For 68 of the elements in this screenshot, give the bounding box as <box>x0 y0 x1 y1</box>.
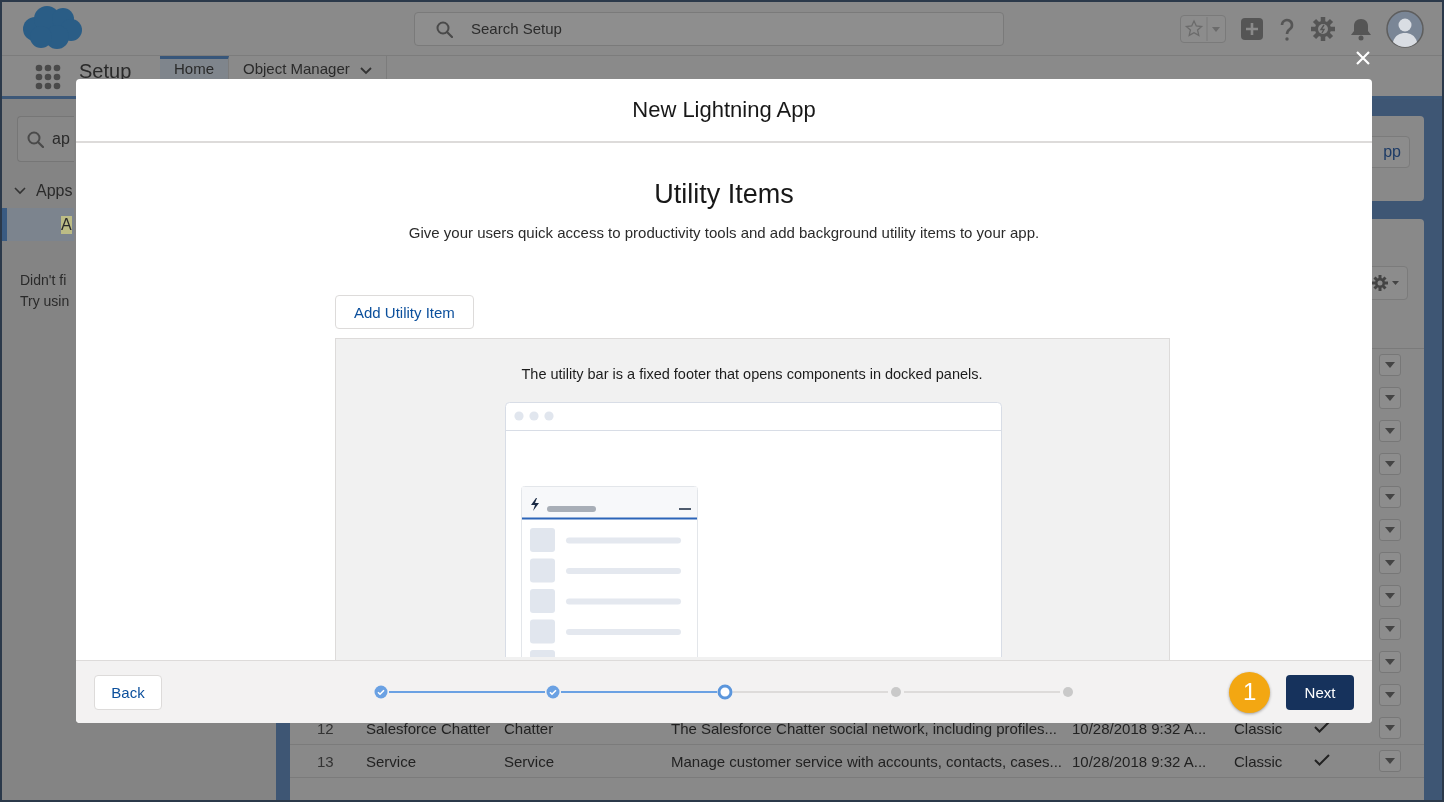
help-icon[interactable] <box>1278 16 1296 41</box>
row-menu-button[interactable] <box>1379 354 1401 376</box>
caret-down-icon <box>1385 758 1395 764</box>
next-button[interactable]: Next <box>1286 674 1354 710</box>
table-cell-text: Service <box>504 752 556 770</box>
table-cell-text: 10/28/2018 9:32 A... <box>1072 719 1208 737</box>
row-menu-button[interactable] <box>1379 684 1401 706</box>
table-cell-text: 13 <box>316 752 335 770</box>
row-menu-button[interactable] <box>1379 486 1401 508</box>
caret-down-icon <box>1385 560 1395 566</box>
section-description: Give your users quick access to productivity tools and add background utility items to your app. <box>408 224 1040 241</box>
settings-icon[interactable] <box>1310 15 1336 42</box>
completed-step-icon[interactable] <box>372 684 389 700</box>
table-cell-text: Manage customer service with accounts, contacts, cases... <box>671 752 1063 770</box>
help-text: Didn't fi <box>20 271 67 290</box>
table-cell-text: Classic <box>1234 752 1284 770</box>
row-menu-button[interactable] <box>1379 420 1401 442</box>
caret-down-icon <box>1385 725 1395 731</box>
row-menu-button[interactable] <box>1379 750 1401 772</box>
caret-down-icon <box>1385 626 1395 632</box>
row-menu-button[interactable] <box>1379 717 1401 739</box>
table-cell-text: 10/28/2018 9:32 A... <box>1072 752 1208 770</box>
search-field[interactable]: ap <box>17 116 74 162</box>
row-menu-button[interactable] <box>1379 585 1401 607</box>
callout-badge: 1 <box>1229 671 1271 713</box>
chevron-down-icon[interactable] <box>14 185 26 197</box>
back-button[interactable]: Back <box>94 674 162 710</box>
caret-down-icon <box>1385 428 1395 434</box>
caret-down-icon <box>1385 362 1395 368</box>
caret-down-icon <box>1385 461 1395 467</box>
row-menu-button[interactable] <box>1379 651 1401 673</box>
table-cell-text: 12 <box>316 719 335 737</box>
current-step-icon[interactable] <box>716 684 733 700</box>
row-menu-button[interactable] <box>1379 453 1401 475</box>
modal-title: New Lightning App <box>632 97 816 123</box>
notifications-icon[interactable] <box>1350 16 1372 41</box>
app-launcher-icon[interactable] <box>35 64 61 90</box>
table-cell-text: Service <box>366 752 418 770</box>
avatar-icon[interactable] <box>1386 9 1424 48</box>
close-icon[interactable] <box>1355 50 1371 66</box>
search-icon <box>436 20 453 38</box>
section-heading: Utility Items <box>654 179 794 210</box>
caret-down-icon <box>1385 593 1395 599</box>
row-menu-button[interactable] <box>1379 618 1401 640</box>
table-cell-text: Salesforce Chatter <box>366 719 492 737</box>
add-icon[interactable] <box>1240 16 1264 41</box>
search-field[interactable]: Search Setup <box>414 11 1004 46</box>
preview-caption: The utility bar is a fixed footer that opens components in docked panels. <box>521 366 983 382</box>
caret-down-icon <box>1385 659 1395 665</box>
tree-item[interactable]: Apps <box>36 182 73 200</box>
completed-step-icon[interactable] <box>544 684 561 700</box>
row-menu-button[interactable] <box>1379 552 1401 574</box>
chevron-down-icon[interactable] <box>359 67 372 75</box>
caret-down-icon <box>1385 395 1395 401</box>
table-cell-text: The Salesforce Chatter social network, including profiles... <box>671 719 1058 737</box>
favorites-button[interactable] <box>1180 14 1226 43</box>
caret-down-icon <box>1385 527 1395 533</box>
table-cell-text: Chatter <box>504 719 555 737</box>
row-menu-button[interactable] <box>1379 387 1401 409</box>
caret-down-icon <box>1385 494 1395 500</box>
row-menu-button[interactable] <box>1379 519 1401 541</box>
add-utility-item-button[interactable]: Add Utility Item <box>335 295 474 329</box>
caret-down-icon <box>1385 692 1395 698</box>
app-name: Setup <box>79 60 133 83</box>
help-text: Try usin <box>20 292 70 311</box>
table-cell-text: Classic <box>1234 719 1284 737</box>
tree-item[interactable]: A <box>2 208 74 241</box>
search-icon <box>27 131 44 148</box>
